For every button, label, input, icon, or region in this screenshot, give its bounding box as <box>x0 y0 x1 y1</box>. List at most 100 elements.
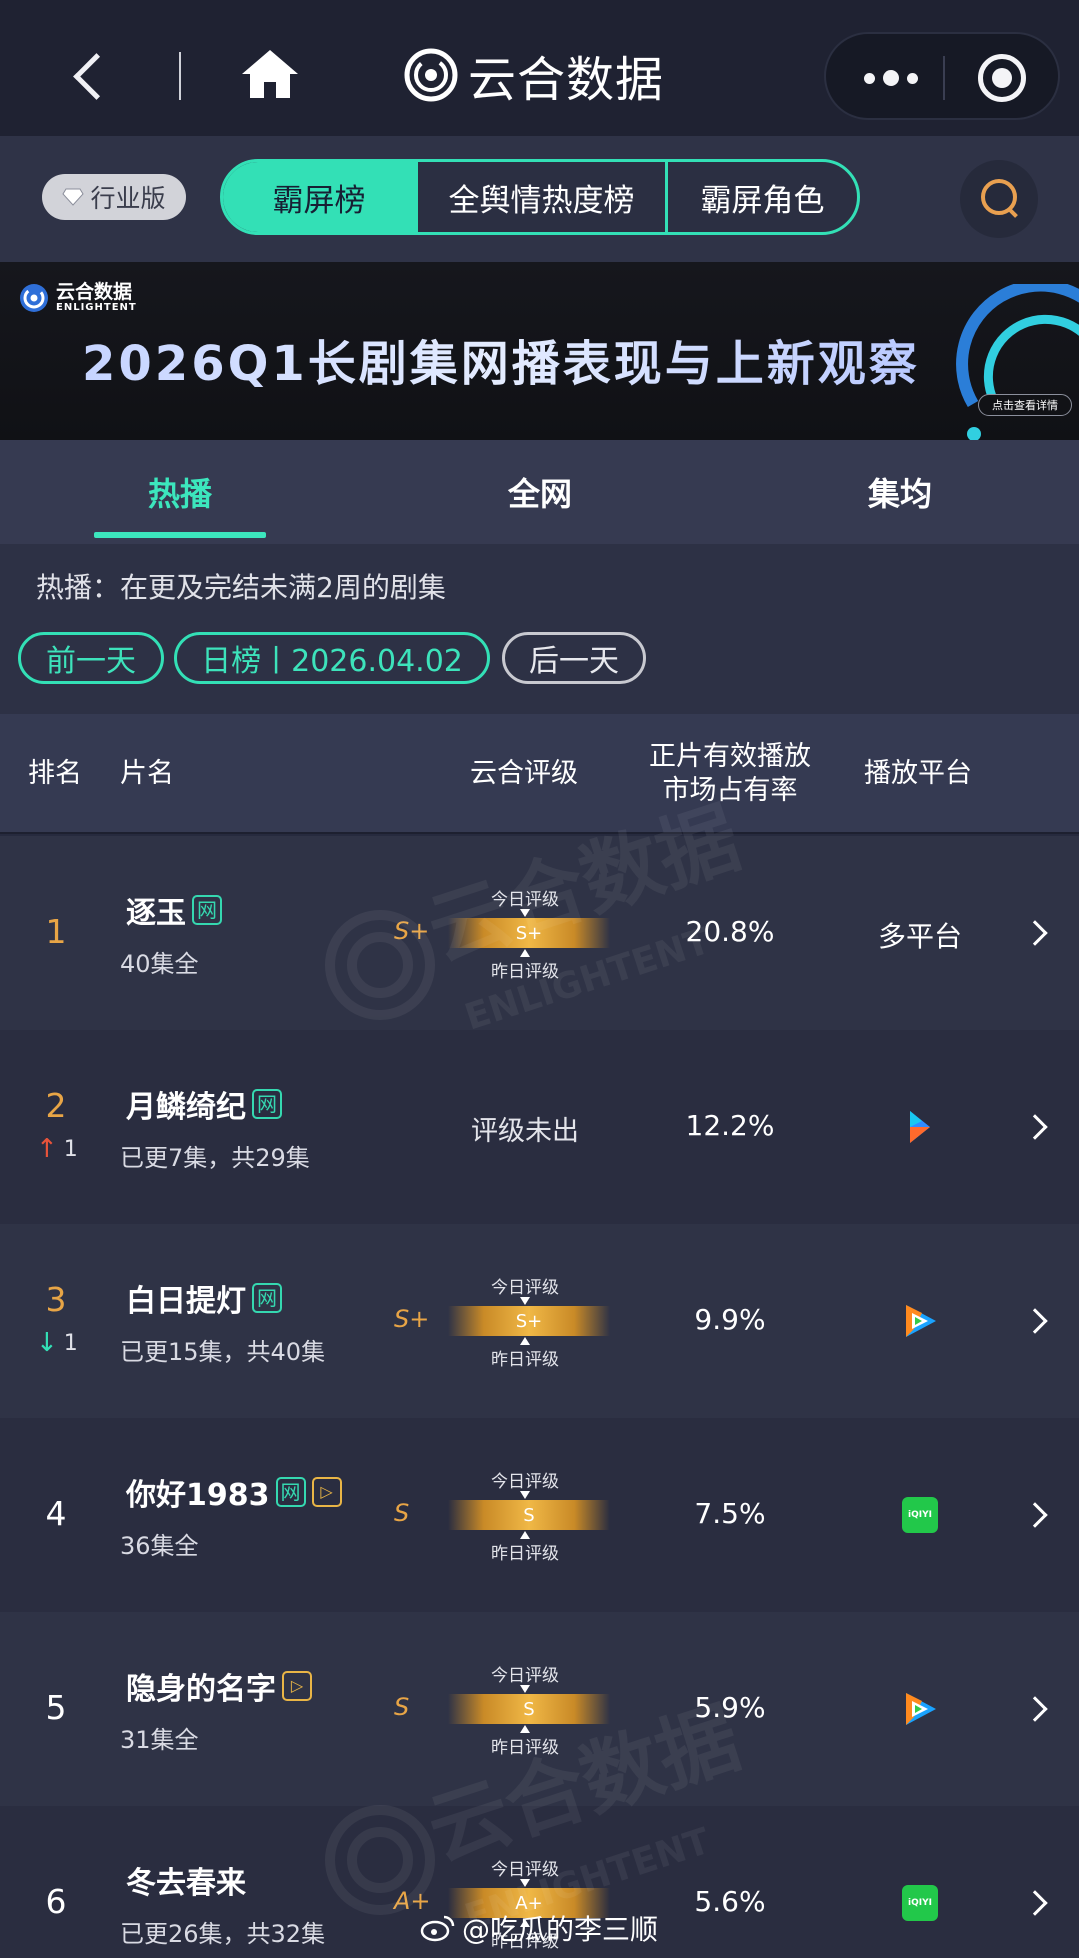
youku-icon <box>910 1111 930 1143</box>
header-market-share: 正片有效播放 市场占有率 <box>640 714 820 834</box>
market-share: 9.9% <box>694 1303 766 1336</box>
table-row[interactable]: 1 逐玉网 40集全 S+ 今日评级 S+ 昨日评级 20.8% 多平台 <box>0 836 1079 1030</box>
enlightent-logo-icon <box>20 284 48 312</box>
drama-title-text: 冬去春来 <box>126 1866 246 1901</box>
tencent-video-icon <box>906 1305 936 1337</box>
drama-title[interactable]: 月鳞绮纪网 <box>126 1082 282 1126</box>
back-arrow-icon[interactable] <box>70 48 110 106</box>
more-dots-icon[interactable] <box>850 60 932 96</box>
rank-change: 1 <box>63 1330 78 1356</box>
header-share-line2: 市场占有率 <box>662 775 798 806</box>
table-row[interactable]: 5 隐身的名字 ▷ 31集全 S 今日评级 S 昨日评级 5.9% <box>0 1612 1079 1806</box>
chevron-right-icon[interactable] <box>1022 1696 1048 1722</box>
market-share: 7.5% <box>694 1497 766 1530</box>
hot-description: 热播：在更及完结未满2周的剧集 <box>36 571 446 604</box>
network-drama-tag: 网 <box>252 1089 282 1119</box>
capsule-divider <box>943 56 945 100</box>
weibo-watermark: @吃瓜的李三顺 <box>420 1908 658 1948</box>
market-share: 20.8% <box>685 915 775 948</box>
chevron-right-icon[interactable] <box>1022 1890 1048 1916</box>
grade-tick-bottom <box>520 1725 530 1733</box>
miniapp-capsule <box>824 32 1060 120</box>
grade-tick-top <box>520 1879 530 1887</box>
banner-detail-button[interactable]: 点击查看详情 <box>978 394 1072 416</box>
grade-tick-top <box>520 1297 530 1305</box>
episode-info: 40集全 <box>120 950 199 978</box>
header-rank: 排名 <box>28 758 82 789</box>
yesterday-grade-label: 昨日评级 <box>491 1350 559 1370</box>
banner-logo: 云合数据 ENLIGHTENT <box>18 282 137 314</box>
table-row[interactable]: 4 你好1983 网 ▷ 36集全 S 今日评级 S 昨日评级 7.5% iQIYI <box>0 1418 1079 1612</box>
drama-title[interactable]: 白日提灯网 <box>126 1276 282 1320</box>
chevron-right-icon[interactable] <box>1022 1308 1048 1334</box>
grade-today: S+ <box>394 917 430 945</box>
banner-title: 2026Q1长剧集网播表现与上新观察 <box>82 324 920 394</box>
network-drama-tag: 网 <box>252 1283 282 1313</box>
header-platform: 播放平台 <box>864 758 972 789</box>
tab-per-episode[interactable]: 集均 <box>814 440 986 544</box>
scope-tabs: 热播 全网 集均 <box>0 440 1079 544</box>
prev-day-button[interactable]: 前一天 <box>18 632 164 684</box>
grade-bar-text: S+ <box>515 1310 543 1332</box>
market-share: 12.2% <box>685 1109 775 1142</box>
chevron-right-icon[interactable] <box>1022 920 1048 946</box>
segment-public-opinion[interactable]: 全舆情热度榜 <box>415 162 665 232</box>
drama-title[interactable]: 你好1983 网 ▷ <box>126 1470 342 1514</box>
grade-tick-top <box>520 909 530 917</box>
segment-ba-ping-bang[interactable]: 霸屏榜 <box>223 162 415 232</box>
yesterday-grade-label: 昨日评级 <box>491 962 559 982</box>
rank-trend: ↑ 1 <box>36 1134 78 1164</box>
date-picker[interactable]: 日榜丨2026.04.02 <box>174 632 490 684</box>
grade-bar: S+ <box>448 1306 610 1336</box>
nav-divider <box>179 52 181 100</box>
drama-title[interactable]: 逐玉网 <box>126 888 222 932</box>
drama-title-text: 白日提灯 <box>126 1284 246 1319</box>
ranking-type-bar: 行业版 霸屏榜 全舆情热度榜 霸屏角色 <box>0 136 1079 262</box>
grade-bar: S+ <box>448 918 610 948</box>
rank-number: 2 <box>45 1086 67 1125</box>
table-header: 排名 片名 云合评级 正片有效播放 市场占有率 播放平台 <box>0 714 1079 834</box>
home-icon[interactable] <box>240 48 300 100</box>
drama-title[interactable]: 冬去春来 <box>126 1858 246 1902</box>
weibo-icon <box>420 1915 455 1942</box>
industry-edition-badge[interactable]: 行业版 <box>42 174 186 220</box>
platform-multi: 多平台 <box>877 920 962 953</box>
episode-info: 已更7集，共29集 <box>120 1144 310 1172</box>
tencent-video-icon <box>906 1693 936 1725</box>
table-row[interactable]: 2 ↑ 1 月鳞绮纪网已更7集，共29集 评级未出 12.2% <box>0 1030 1079 1224</box>
banner-logo-cn: 云合数据 <box>56 281 133 303</box>
table-row[interactable]: 3 ↓ 1 白日提灯网已更15集，共40集 S+ 今日评级 S+ 昨日评级 9.9% <box>0 1224 1079 1418</box>
exclusive-play-icon: ▷ <box>282 1671 312 1701</box>
date-filter: 热播：在更及完结未满2周的剧集 前一天 日榜丨2026.04.02 后一天 <box>0 544 1079 714</box>
promo-banner[interactable]: 云合数据 ENLIGHTENT 2026Q1长剧集网播表现与上新观察 点击查看详… <box>0 262 1079 440</box>
iqiyi-icon: iQIYI <box>902 1497 938 1533</box>
tab-hot[interactable]: 热播 <box>94 440 266 544</box>
header-share-line1: 正片有效播放 <box>649 741 811 772</box>
app-root: 云合数据 行业版 霸屏榜 全舆情热度榜 霸屏角色 云合数据 ENLIGHTENT… <box>0 0 1079 1958</box>
close-target-icon[interactable] <box>978 54 1026 102</box>
grade-pending: 评级未出 <box>471 1116 579 1147</box>
grade-bar-text: S <box>523 1504 535 1526</box>
today-grade-label: 今日评级 <box>491 1860 559 1880</box>
industry-badge-label: 行业版 <box>90 184 166 213</box>
top-nav-bar: 云合数据 <box>0 0 1079 136</box>
rank-number: 1 <box>45 912 67 951</box>
today-grade-label: 今日评级 <box>491 1278 559 1298</box>
grade-bar: S <box>448 1694 610 1724</box>
next-day-button[interactable]: 后一天 <box>502 632 646 684</box>
drama-title-text: 你好1983 <box>126 1478 270 1513</box>
drama-title[interactable]: 隐身的名字 ▷ <box>126 1664 312 1708</box>
rank-number: 6 <box>45 1882 67 1921</box>
segment-character[interactable]: 霸屏角色 <box>665 162 857 232</box>
drama-title-text: 月鳞绮纪 <box>126 1090 246 1125</box>
market-share: 5.6% <box>694 1885 766 1918</box>
chevron-right-icon[interactable] <box>1022 1114 1048 1140</box>
grade-bar: S <box>448 1500 610 1530</box>
search-icon[interactable] <box>960 160 1038 238</box>
grade-today: S+ <box>394 1305 430 1333</box>
grade-tick-top <box>520 1491 530 1499</box>
rank-change: 1 <box>63 1136 78 1162</box>
chevron-right-icon[interactable] <box>1022 1502 1048 1528</box>
yesterday-grade-label: 昨日评级 <box>491 1544 559 1564</box>
tab-all-network[interactable]: 全网 <box>454 440 626 544</box>
